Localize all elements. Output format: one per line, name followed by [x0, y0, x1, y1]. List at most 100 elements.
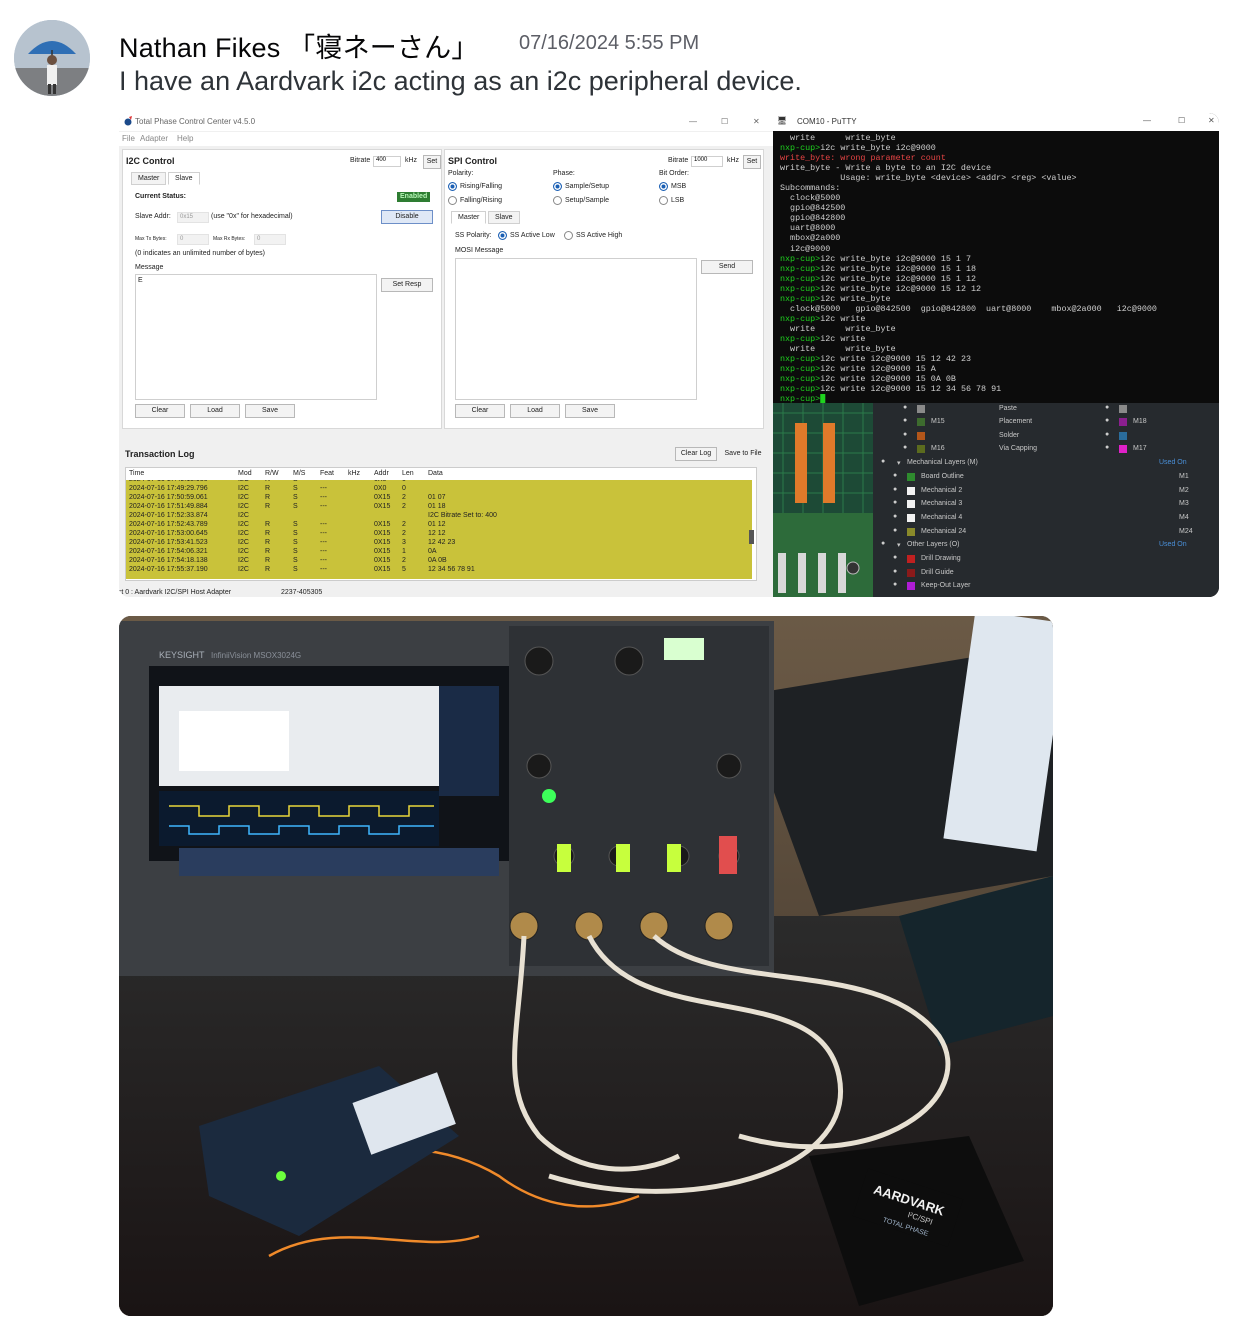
- polarity-falling-radio[interactable]: [448, 196, 457, 205]
- layer-row[interactable]: ● M16 Via Capping ● M17: [873, 443, 1219, 456]
- pcb-view[interactable]: [773, 403, 873, 597]
- log-scrollbar[interactable]: [749, 530, 754, 544]
- set-resp-button[interactable]: Set Resp: [381, 278, 433, 292]
- i2c-control-panel: I2C Control Bitrate 400 kHz Set Master S…: [122, 149, 442, 429]
- log-row[interactable]: 2024-07-16 17:50:59.061 I2C R S --- 0X15 2 01 0…: [126, 494, 752, 503]
- close-icon[interactable]: ✕: [753, 117, 760, 126]
- eye-icon[interactable]: ●: [881, 540, 885, 547]
- clear-log-button[interactable]: Clear Log: [675, 447, 717, 461]
- eye-icon[interactable]: ●: [893, 499, 897, 506]
- menu-adapter[interactable]: Adapter: [140, 134, 168, 143]
- putty-maximize-icon[interactable]: ☐: [1178, 116, 1185, 125]
- eye-icon[interactable]: ●: [903, 404, 907, 411]
- polarity-rising-radio[interactable]: [448, 182, 457, 191]
- log-row[interactable]: 2024-07-16 17:54:06.321 I2C R S --- 0X15 1 0A: [126, 548, 752, 557]
- layer-row[interactable]: ● Board Outline M1: [873, 471, 1219, 484]
- eye-icon[interactable]: ●: [903, 431, 907, 438]
- minimize-icon[interactable]: —: [689, 117, 697, 126]
- menu-file[interactable]: File: [122, 134, 135, 143]
- spi-save-button[interactable]: Save: [565, 404, 615, 418]
- layer-row[interactable]: ● Mechanical 4 M4: [873, 512, 1219, 525]
- attachment-screenshot-totalphase[interactable]: Total Phase Control Center v4.5.0 — ☐ ✕ …: [119, 113, 773, 597]
- spi-tab-slave[interactable]: Slave: [488, 211, 520, 224]
- i2c-tab-master[interactable]: Master: [131, 172, 167, 185]
- ss-active-low-radio[interactable]: [498, 231, 507, 240]
- attachment-screenshot-putty[interactable]: 🖥 COM10 - PuTTY — ☐ ✕ write write_byte nx…: [773, 113, 1219, 597]
- i2c-load-button[interactable]: Load: [190, 404, 240, 418]
- phase-setup-radio[interactable]: [553, 196, 562, 205]
- slave-addr-field[interactable]: 0x15: [177, 212, 209, 223]
- chevron-down-icon[interactable]: ▾: [897, 541, 901, 549]
- log-row[interactable]: 2024-07-16 17:54:18.138 I2C R S --- 0X15 2 0A 0…: [126, 557, 752, 566]
- message-textarea[interactable]: E: [135, 274, 377, 400]
- eye-icon[interactable]: ●: [893, 527, 897, 534]
- mosi-textarea[interactable]: [455, 258, 697, 400]
- eye-icon[interactable]: ●: [903, 417, 907, 424]
- layer-row[interactable]: ● Drill Guide: [873, 567, 1219, 580]
- log-row[interactable]: 2024-07-16 17:53:00.645 I2C R S --- 0X15 2 12 1…: [126, 530, 752, 539]
- i2c-save-button[interactable]: Save: [245, 404, 295, 418]
- eye-icon[interactable]: ●: [893, 513, 897, 520]
- save-to-file-button[interactable]: Save to File: [719, 447, 767, 461]
- bitorder-msb-radio[interactable]: [659, 182, 668, 191]
- i2c-tab-slave[interactable]: Slave: [168, 172, 200, 185]
- max-tx-field[interactable]: 0: [177, 234, 209, 245]
- putty-minimize-icon[interactable]: —: [1143, 116, 1151, 125]
- layer-row[interactable]: ● Mechanical 2 M2: [873, 485, 1219, 498]
- layer-row[interactable]: ● Mechanical 24 M24: [873, 526, 1219, 539]
- eye-icon[interactable]: ●: [893, 581, 897, 588]
- log-row[interactable]: 2024-07-16 17:52:33.874 I2C I2C Bitrate Se…: [126, 512, 752, 521]
- disable-button[interactable]: Disable: [381, 210, 433, 224]
- layer-group-header[interactable]: ● ▾ Other Layers (O) Used On: [873, 539, 1219, 552]
- send-button[interactable]: Send: [701, 260, 753, 274]
- spi-tab-master[interactable]: Master: [451, 211, 487, 224]
- eye-icon[interactable]: ●: [1105, 444, 1109, 451]
- ss-active-high-radio[interactable]: [564, 231, 573, 240]
- layer-panel[interactable]: ● Paste ● ● M15 Placement ● M18 ● Solder ● ● M16 Via …: [873, 403, 1219, 597]
- layer-row-paste[interactable]: ● Paste ●: [873, 403, 1219, 416]
- log-row[interactable]: 2024-07-16 17:51:49.884 I2C R S --- 0X15 2 01 1…: [126, 503, 752, 512]
- putty-terminal[interactable]: write write_byte nxp-cup>i2c write_byte i…: [773, 131, 1219, 403]
- eye-icon[interactable]: ●: [893, 554, 897, 561]
- user-avatar[interactable]: [14, 20, 90, 96]
- i2c-clear-button[interactable]: Clear: [135, 404, 185, 418]
- spi-bitrate-select[interactable]: 1000: [691, 156, 723, 167]
- maximize-icon[interactable]: ☐: [721, 117, 728, 126]
- max-rx-field[interactable]: 0: [254, 234, 286, 245]
- eye-icon[interactable]: ●: [893, 568, 897, 575]
- bitorder-lsb-radio[interactable]: [659, 196, 668, 205]
- log-row[interactable]: 2024-07-16 17:49:29.796 I2C R S --- 0X0 0: [126, 485, 752, 494]
- menu-help[interactable]: Help: [177, 134, 193, 143]
- eye-icon[interactable]: ●: [1105, 417, 1109, 424]
- layer-row[interactable]: ● M15 Placement ● M18: [873, 416, 1219, 429]
- layer-row[interactable]: ● Mechanical 3 M3: [873, 498, 1219, 511]
- eye-icon[interactable]: ●: [1105, 404, 1109, 411]
- layer-row[interactable]: ● Keep-Out Layer: [873, 580, 1219, 593]
- layer-row[interactable]: ● Drill Drawing: [873, 553, 1219, 566]
- spi-clear-button[interactable]: Clear: [455, 404, 505, 418]
- phase-sample-radio[interactable]: [553, 182, 562, 191]
- i2c-bitrate-set-button[interactable]: Set: [423, 155, 441, 169]
- eye-icon[interactable]: ●: [903, 444, 907, 451]
- chevron-down-icon[interactable]: ▾: [897, 459, 901, 467]
- spi-load-button[interactable]: Load: [510, 404, 560, 418]
- log-cell: 0X15: [374, 530, 391, 537]
- layer-code: M18: [1133, 418, 1147, 425]
- i2c-bitrate-select[interactable]: 400: [373, 156, 401, 167]
- putty-close-icon[interactable]: ✕: [1208, 116, 1215, 125]
- message-author[interactable]: Nathan Fikes 「寝ネーさん」: [119, 26, 479, 65]
- eye-icon[interactable]: ●: [893, 486, 897, 493]
- layer-row[interactable]: ● Solder ●: [873, 430, 1219, 443]
- log-cell: 0X15: [374, 566, 391, 573]
- eye-icon[interactable]: ●: [893, 472, 897, 479]
- layer-group-header[interactable]: ● ▾ Mechanical Layers (M) Used On: [873, 457, 1219, 470]
- terminal-line: nxp-cup>i2c write_byte i2c@9000 15 1 18: [780, 264, 1219, 274]
- transaction-log-table[interactable]: Time Mod R/W M/S Feat kHz Addr Len Data …: [125, 467, 757, 581]
- eye-icon[interactable]: ●: [881, 458, 885, 465]
- log-row[interactable]: 2024-07-16 17:55:37.190 I2C R S --- 0X15 5 12 3…: [126, 566, 752, 575]
- attachment-photo-oscilloscope[interactable]: AARDVARK I²C/SPI TOTAL PHASE KEYSIGHT In…: [119, 616, 1053, 1316]
- eye-icon[interactable]: ●: [1105, 431, 1109, 438]
- log-row[interactable]: 2024-07-16 17:52:43.789 I2C R S --- 0X15 2 01 1…: [126, 521, 752, 530]
- spi-bitrate-set-button[interactable]: Set: [743, 155, 761, 169]
- log-row[interactable]: 2024-07-16 17:53:41.523 I2C R S --- 0X15 3 12 4…: [126, 539, 752, 548]
